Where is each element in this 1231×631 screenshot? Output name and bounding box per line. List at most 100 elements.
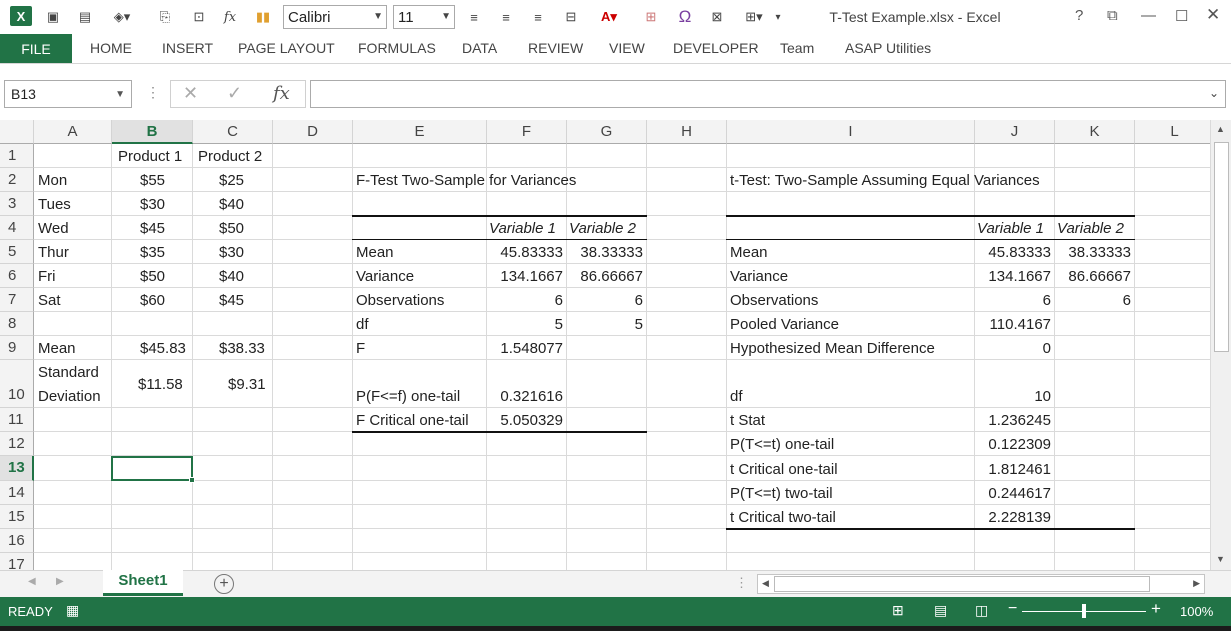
ftest-value[interactable]: 1.548077 (487, 340, 563, 358)
macro-record-icon[interactable]: ▦ (66, 602, 79, 619)
maximize-icon[interactable]: ☐ (1175, 7, 1188, 25)
cell-c2[interactable]: $25 (219, 172, 244, 190)
ftest-value[interactable]: 86.66667 (567, 268, 643, 286)
row-header-15[interactable]: 15 (0, 505, 34, 529)
ttest-label[interactable]: P(T<=t) one-tail (730, 436, 834, 454)
tab-review[interactable]: REVIEW (528, 40, 583, 56)
ftest-header-var2[interactable]: Variable 2 (569, 220, 636, 238)
function-icon[interactable]: fx (220, 6, 240, 28)
ftest-value[interactable]: 134.1667 (487, 268, 563, 286)
row-header-17[interactable]: 17 (0, 553, 34, 570)
name-box[interactable]: B13 ▼ (4, 80, 132, 108)
scroll-tabs-right-icon[interactable]: ▶ (56, 576, 64, 587)
wrap-text-icon[interactable]: ⊟ (560, 6, 582, 28)
cell-c7[interactable]: $45 (219, 292, 244, 310)
ftest-label[interactable]: F Critical one-tail (356, 412, 469, 430)
form-icon[interactable]: ▤ (74, 6, 96, 28)
tab-file[interactable]: FILE (0, 34, 72, 63)
cell-b7[interactable]: $60 (140, 292, 165, 310)
row-header-6[interactable]: 6 (0, 264, 34, 288)
col-header-j[interactable]: J (975, 120, 1055, 144)
row-header-1[interactable]: 1 (0, 144, 34, 168)
row-header-2[interactable]: 2 (0, 168, 34, 192)
col-header-b[interactable]: B (112, 120, 193, 144)
ttest-value[interactable]: 1.812461 (975, 461, 1051, 479)
insert-table-icon[interactable]: ⊞ (640, 6, 662, 28)
ftest-title[interactable]: F-Test Two-Sample for Variances (356, 172, 576, 190)
ttest-label[interactable]: Variance (730, 268, 788, 286)
cell-a10-line2[interactable]: Deviation (38, 388, 101, 406)
normal-view-icon[interactable]: ⊞ (892, 602, 904, 619)
cell-b9[interactable]: $45.83 (140, 340, 186, 358)
ttest-header-var2[interactable]: Variable 2 (1057, 220, 1124, 238)
ttest-value[interactable]: 10 (975, 388, 1051, 406)
col-header-a[interactable]: A (34, 120, 112, 144)
tab-home[interactable]: HOME (90, 40, 132, 56)
scroll-right-icon[interactable]: ▶ (1193, 578, 1200, 589)
tab-page-layout[interactable]: PAGE LAYOUT (238, 40, 335, 56)
col-header-c[interactable]: C (193, 120, 273, 144)
ttest-label[interactable]: t Stat (730, 412, 765, 430)
cell-a3[interactable]: Tues (38, 196, 71, 214)
cell-b10[interactable]: $11.58 (138, 376, 183, 394)
ttest-value[interactable]: 6 (975, 292, 1051, 310)
tab-developer[interactable]: DEVELOPER (673, 40, 759, 56)
ftest-label[interactable]: Observations (356, 292, 444, 310)
zoom-out-icon[interactable]: − (1008, 600, 1017, 618)
zoom-slider-thumb[interactable] (1082, 604, 1086, 618)
ribbon-display-icon[interactable]: ⧉ (1107, 7, 1118, 24)
row-header-8[interactable]: 8 (0, 312, 34, 336)
scroll-tabs-left-icon[interactable]: ◀ (28, 576, 36, 587)
font-color-icon[interactable]: A▾ (594, 6, 624, 28)
col-header-h[interactable]: H (647, 120, 727, 144)
ttest-label[interactable]: df (730, 388, 743, 406)
cell-b1[interactable]: Product 1 (118, 148, 182, 166)
ftest-value[interactable]: 6 (487, 292, 563, 310)
ttest-value[interactable]: 6 (1055, 292, 1131, 310)
page-break-view-icon[interactable]: ◫ (975, 602, 988, 619)
row-header-9[interactable]: 9 (0, 336, 34, 360)
ttest-value[interactable]: 38.33333 (1055, 244, 1131, 262)
symbol-icon[interactable]: Ω (674, 6, 696, 28)
ttest-value[interactable]: 45.83333 (975, 244, 1051, 262)
ttest-value[interactable]: 110.4167 (975, 316, 1051, 334)
expand-formula-icon[interactable]: ⌄ (1209, 86, 1219, 100)
ttest-title[interactable]: t-Test: Two-Sample Assuming Equal Varian… (730, 172, 1040, 190)
cell-a7[interactable]: Sat (38, 292, 61, 310)
ttest-label[interactable]: t Critical one-tail (730, 461, 838, 479)
cell-c9[interactable]: $38.33 (219, 340, 265, 358)
cell-a6[interactable]: Fri (38, 268, 56, 286)
ttest-label[interactable]: Pooled Variance (730, 316, 839, 334)
cell-b5[interactable]: $35 (140, 244, 165, 262)
ttest-label[interactable]: Mean (730, 244, 768, 262)
row-header-4[interactable]: 4 (0, 216, 34, 240)
font-name-box[interactable]: Calibri ▼ (283, 5, 387, 29)
ftest-label[interactable]: F (356, 340, 365, 358)
ttest-value[interactable]: 0.122309 (975, 436, 1051, 454)
scroll-up-icon[interactable]: ▲ (1216, 124, 1225, 134)
chart-icon[interactable]: ▮▮ (252, 6, 274, 28)
ftest-label[interactable]: Variance (356, 268, 414, 286)
merge-icon[interactable]: ⊠ (706, 6, 728, 28)
cancel-icon[interactable]: ✕ (183, 83, 198, 104)
fill-color-icon[interactable]: ◈▾ (106, 6, 138, 28)
enter-icon[interactable]: ✓ (227, 83, 242, 104)
select-all-corner[interactable] (0, 120, 34, 144)
scroll-thumb[interactable] (1214, 142, 1229, 352)
row-header-7[interactable]: 7 (0, 288, 34, 312)
worksheet-grid[interactable]: A B C D E F G H I J K L 1 2 3 4 5 6 7 8 … (0, 120, 1210, 570)
tab-formulas[interactable]: FORMULAS (358, 40, 436, 56)
ttest-value[interactable]: 0.244617 (975, 485, 1051, 503)
ttest-value[interactable]: 0 (975, 340, 1051, 358)
ttest-value[interactable]: 86.66667 (1055, 268, 1131, 286)
col-header-l[interactable]: L (1135, 120, 1210, 144)
row-header-5[interactable]: 5 (0, 240, 34, 264)
cell-c5[interactable]: $30 (219, 244, 244, 262)
ftest-value[interactable]: 6 (567, 292, 643, 310)
insert-function-icon[interactable]: fx (273, 83, 290, 104)
col-header-e[interactable]: E (353, 120, 487, 144)
page-layout-view-icon[interactable]: ▤ (934, 602, 947, 619)
ftest-label[interactable]: df (356, 316, 369, 334)
ttest-value[interactable]: 134.1667 (975, 268, 1051, 286)
ftest-value[interactable]: 5.050329 (487, 412, 563, 430)
